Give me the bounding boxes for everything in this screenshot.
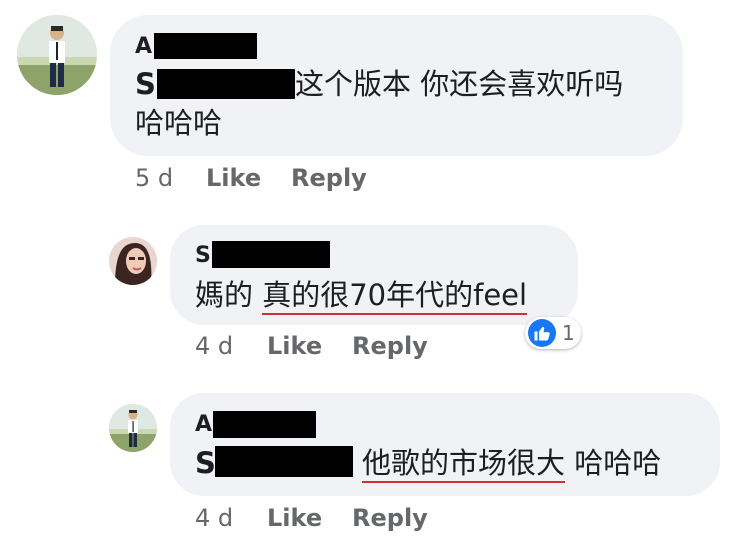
underlined-phrase: 真的很70年代的feel <box>262 278 528 315</box>
reply-button[interactable]: Reply <box>352 504 428 532</box>
underlined-phrase: 他歌的市场很大 <box>362 446 566 483</box>
redacted-name <box>212 241 330 268</box>
profile-photo <box>109 237 157 285</box>
reply-time[interactable]: 4 d <box>195 504 233 532</box>
comment-author[interactable]: A <box>135 34 152 60</box>
reply-time[interactable]: 4 d <box>195 332 233 360</box>
comment-text-line2: 哈哈哈 <box>135 106 223 140</box>
redacted-name <box>213 411 316 438</box>
reply-actions: 4 d Like Reply <box>195 504 495 532</box>
like-button[interactable]: Like <box>267 332 322 360</box>
reaction-badge[interactable]: 1 <box>525 317 581 349</box>
reply-button[interactable]: Reply <box>352 332 428 360</box>
like-button[interactable]: Like <box>267 504 322 532</box>
avatar[interactable] <box>109 404 157 452</box>
reply-button[interactable]: Reply <box>291 164 367 192</box>
reply-author[interactable]: S <box>195 243 211 269</box>
comment-actions: 5 d Like Reply <box>135 164 435 192</box>
reply-author[interactable]: A <box>195 412 212 438</box>
comment-text-line1-rest: 这个版本 你还会喜欢听吗 <box>295 67 624 101</box>
profile-photo <box>109 404 157 452</box>
redacted-mention <box>215 446 353 477</box>
reply-actions: 4 d Like Reply <box>195 332 495 360</box>
like-button[interactable]: Like <box>206 164 261 192</box>
comment-text-line1: S <box>135 67 156 101</box>
avatar[interactable] <box>109 237 157 285</box>
reaction-count: 1 <box>562 321 575 345</box>
comment-time[interactable]: 5 d <box>135 164 173 192</box>
redacted-mention <box>157 69 295 99</box>
profile-photo <box>17 15 97 95</box>
reply-text-prefix: S <box>195 446 216 480</box>
reply-text: 媽的 真的很70年代的feel <box>195 276 528 315</box>
thumbs-up-icon <box>528 319 556 347</box>
avatar[interactable] <box>17 15 97 95</box>
redacted-name <box>154 33 257 59</box>
reply-text: 他歌的市场很大 哈哈哈 <box>362 444 661 483</box>
